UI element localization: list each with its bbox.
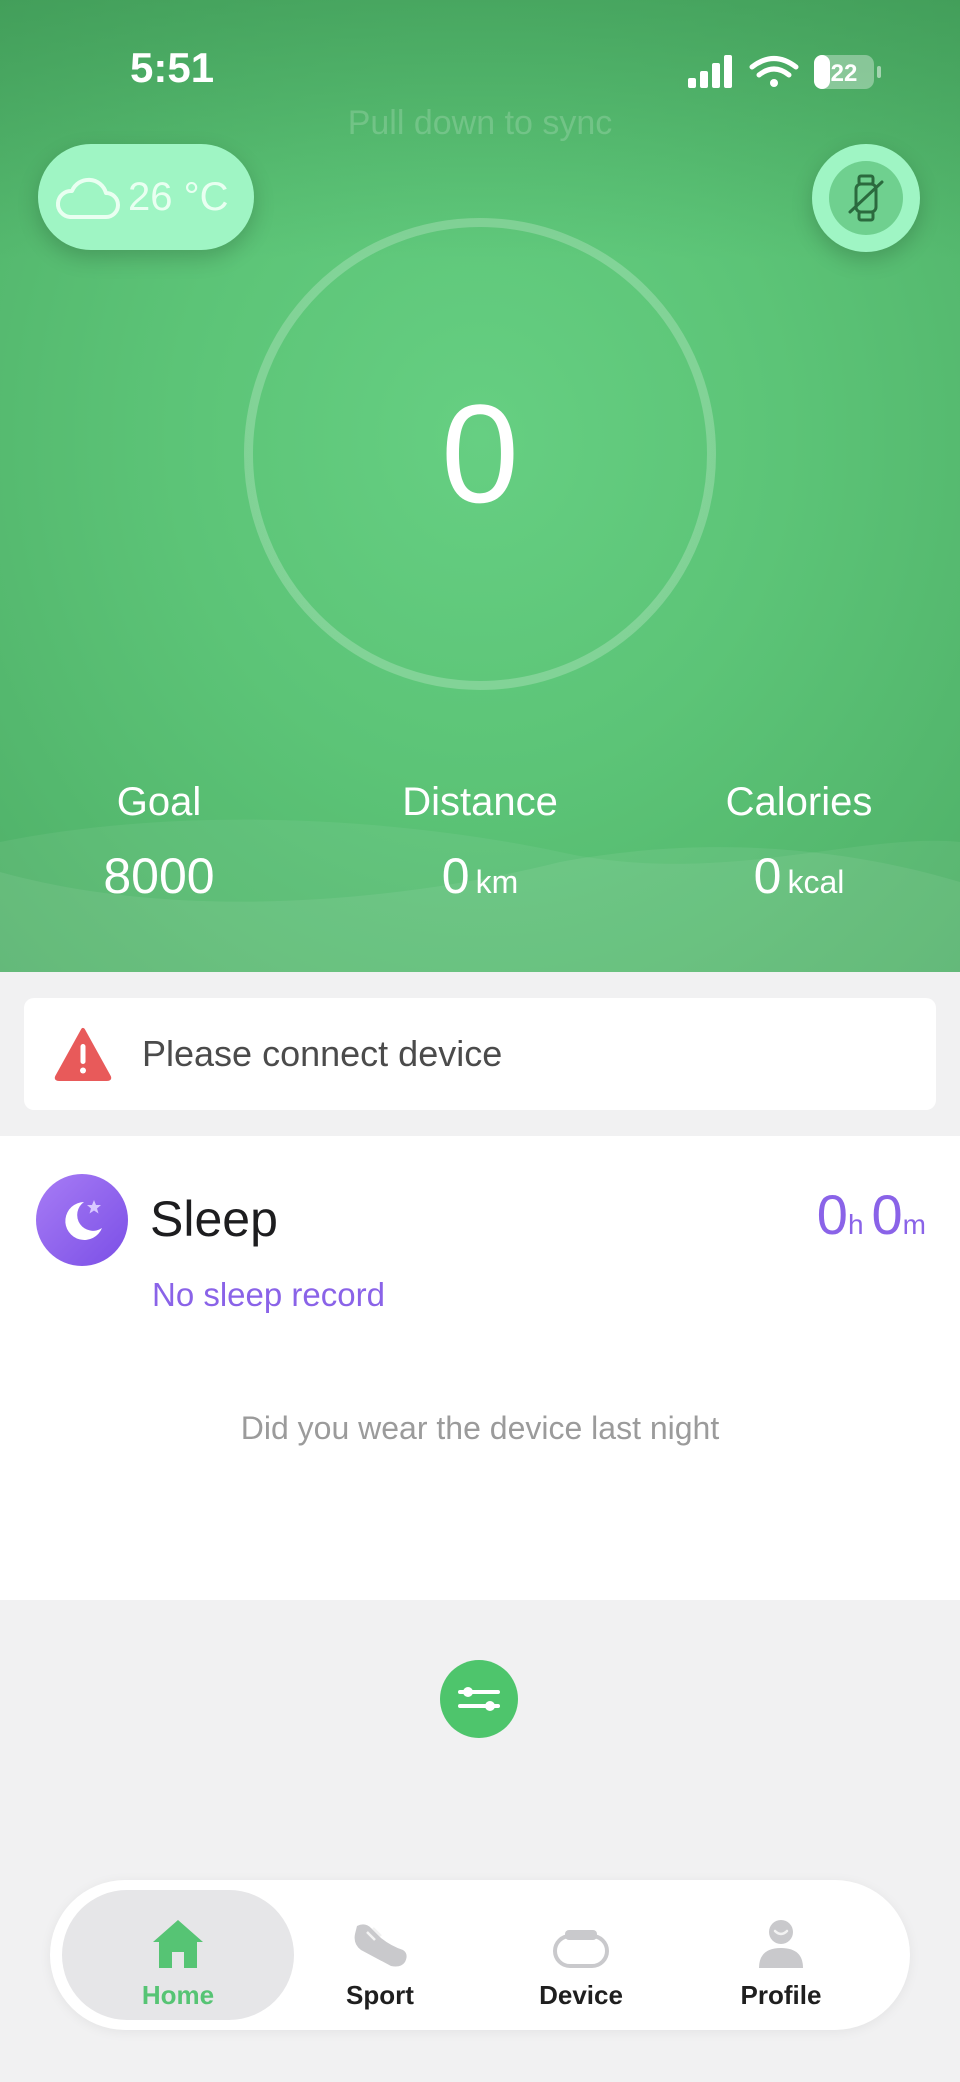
sleep-status: No sleep record (152, 1276, 385, 1313)
tab-profile[interactable]: Profile (681, 1890, 881, 2020)
tab-device[interactable]: Device (481, 1890, 681, 2020)
person-icon (759, 1920, 803, 1968)
sleep-hint: Did you wear the device last night (240, 1410, 720, 1446)
sleep-minutes: 0 (871, 1183, 903, 1246)
sleep-minutes-unit: m (902, 1209, 926, 1240)
connect-device-text: Please connect device (142, 1033, 503, 1074)
distance-unit: km (475, 864, 519, 900)
battery-level: 22 (831, 60, 858, 87)
calories-value: 0 kcal (753, 848, 845, 904)
sleep-hours-unit: h (847, 1209, 864, 1240)
customize-cards-button[interactable] (440, 1660, 518, 1738)
sync-hint: Pull down to sync (347, 104, 613, 142)
calories-label: Calories (725, 780, 873, 824)
home-icon (153, 1920, 203, 1968)
activity-header: 5:51 22 Pull down to sync 26 °C 0 Goal 8… (0, 0, 960, 972)
distance-value: 0 km (441, 848, 519, 904)
step-count: 0 (441, 375, 519, 532)
tab-device-label: Device (539, 1980, 623, 2010)
status-icons: 22 (688, 55, 881, 89)
sliders-icon (458, 1687, 500, 1711)
cloud-icon (56, 177, 120, 219)
weather-temperature: 26 °C (128, 174, 229, 219)
tab-home[interactable]: Home (62, 1890, 294, 2020)
calories-unit: kcal (787, 864, 845, 900)
sleep-title: Sleep (150, 1191, 278, 1247)
sleep-card[interactable]: Sleep 0h 0m No sleep record Did you wear … (0, 1136, 960, 1600)
sleep-hours: 0 (816, 1183, 848, 1246)
goal-stat: Goal 8000 (9, 780, 309, 905)
connect-device-alert[interactable]: Please connect device (24, 998, 936, 1110)
shoe-icon (354, 1924, 407, 1967)
watch-connect-button[interactable] (812, 144, 920, 252)
weather-button[interactable]: 26 °C (38, 144, 254, 250)
bottom-tab-bar: Home Sport Device Profile (50, 1880, 910, 2030)
calories-stat: Calories 0 kcal (649, 780, 949, 905)
warning-icon (54, 1028, 112, 1081)
wifi-icon (749, 56, 799, 87)
sleep-duration: 0h 0m (817, 1182, 926, 1247)
band-icon (553, 1930, 609, 1968)
watch-disconnected-icon (829, 161, 903, 235)
status-time: 5:51 (130, 44, 215, 91)
distance-stat: Distance 0 km (330, 780, 630, 905)
tab-home-label: Home (141, 1980, 215, 2010)
tab-sport-label: Sport (346, 1980, 414, 2010)
goal-label: Goal (116, 780, 202, 824)
tab-profile-label: Profile (740, 1980, 822, 2010)
moon-icon (36, 1174, 128, 1266)
tab-sport[interactable]: Sport (280, 1890, 480, 2020)
distance-label: Distance (402, 780, 558, 824)
signal-icon (688, 55, 732, 88)
goal-value: 8000 (103, 848, 215, 904)
